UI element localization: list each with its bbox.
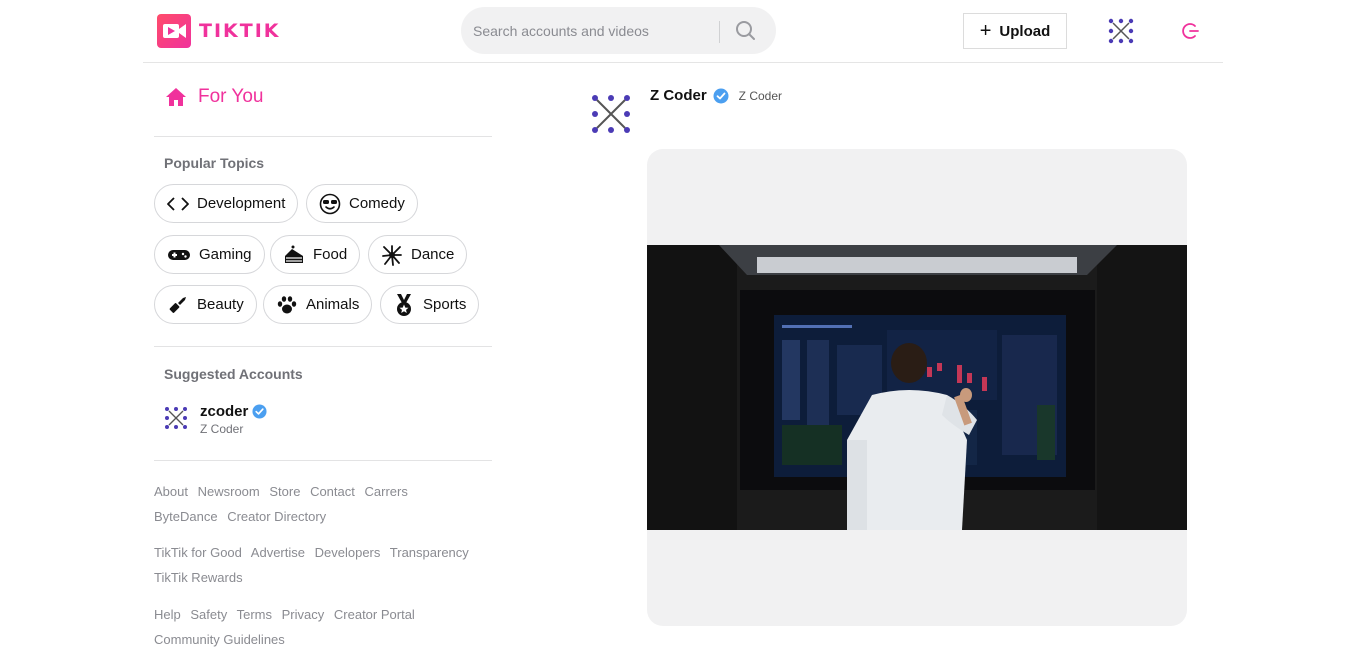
topic-label: Sports [423, 296, 467, 313]
post-username: Z Coder [650, 87, 707, 104]
footer-link-creator-portal[interactable]: Creator Portal [334, 607, 415, 622]
post-author[interactable]: Z Coder Z Coder [650, 87, 782, 104]
lipstick-icon [169, 296, 186, 313]
top-navbar: TIKTIK + Upload [143, 0, 1223, 63]
account-avatar-icon [165, 407, 187, 429]
footer-link-contact[interactable]: Contact [310, 484, 355, 499]
topic-beauty[interactable]: Beauty [154, 285, 257, 324]
logout-icon [1182, 23, 1199, 39]
footer-link-newsroom[interactable]: Newsroom [198, 484, 260, 499]
topic-label: Beauty [197, 296, 244, 313]
footer-links-group-1: About Newsroom Store Contact Carrers Byt… [154, 479, 484, 529]
topic-label: Animals [306, 296, 360, 313]
for-you-link[interactable]: For You [164, 85, 264, 109]
topic-development[interactable]: Development [154, 184, 299, 223]
popular-topics-title: Popular Topics [164, 155, 265, 171]
logo-text: TIKTIK [199, 20, 281, 42]
topic-gaming[interactable]: Gaming [154, 235, 265, 274]
footer-link-community-guidelines[interactable]: Community Guidelines [154, 632, 285, 647]
search-button[interactable] [733, 18, 759, 44]
footer-link-carrers[interactable]: Carrers [365, 484, 408, 499]
footer-link-about[interactable]: About [154, 484, 188, 499]
plus-icon: + [979, 20, 992, 42]
divider [154, 460, 492, 461]
topic-animals[interactable]: Animals [263, 285, 373, 324]
footer-link-advertise[interactable]: Advertise [251, 545, 305, 560]
topic-dance[interactable]: Dance [368, 235, 468, 274]
divider [154, 136, 492, 137]
footer-link-bytedance[interactable]: ByteDance [154, 509, 218, 524]
dancer-icon [382, 244, 402, 266]
divider [154, 346, 492, 347]
tiktik-logo[interactable]: TIKTIK [157, 14, 281, 48]
cake-icon [285, 245, 303, 263]
logout-button[interactable] [1181, 21, 1201, 41]
avatar-icon [1108, 18, 1134, 44]
video-camera-logo-icon [157, 14, 191, 48]
footer-link-creator-directory[interactable]: Creator Directory [227, 509, 326, 524]
sunglasses-face-icon [319, 193, 341, 214]
footer-link-store[interactable]: Store [269, 484, 300, 499]
topic-label: Comedy [349, 195, 405, 212]
topic-label: Development [197, 195, 286, 212]
account-name-row: zcoder [200, 403, 267, 420]
video-player[interactable] [647, 245, 1187, 530]
topic-food[interactable]: Food [270, 235, 361, 274]
search-icon [736, 21, 755, 40]
user-avatar[interactable] [1107, 17, 1135, 45]
footer-link-developers[interactable]: Developers [315, 545, 381, 560]
topic-sports[interactable]: Sports [380, 285, 480, 324]
paw-icon [277, 295, 297, 313]
footer-links-group-2: TikTik for Good Advertise Developers Tra… [154, 540, 484, 590]
code-icon [167, 196, 189, 211]
post-author-avatar[interactable] [591, 94, 631, 134]
gamepad-icon [168, 249, 190, 260]
upload-button[interactable]: + Upload [963, 13, 1067, 49]
verified-badge-icon [713, 88, 729, 103]
footer-link-tiktik-for-good[interactable]: TikTik for Good [154, 545, 242, 560]
upload-label: Upload [999, 22, 1051, 40]
account-text: zcoder Z Coder [200, 403, 267, 436]
video-thumbnail [647, 245, 1187, 530]
suggested-account-zcoder[interactable]: zcoder Z Coder [164, 403, 267, 436]
footer-link-terms[interactable]: Terms [237, 607, 272, 622]
footer-link-transparency[interactable]: Transparency [390, 545, 469, 560]
topic-label: Dance [411, 246, 455, 263]
verified-badge-icon [252, 404, 267, 419]
suggested-accounts-title: Suggested Accounts [164, 366, 303, 382]
search-bar [461, 7, 776, 54]
footer-link-help[interactable]: Help [154, 607, 181, 622]
footer-link-tiktik-rewards[interactable]: TikTik Rewards [154, 570, 243, 585]
home-icon [166, 88, 186, 106]
account-name: zcoder [200, 403, 249, 420]
footer-link-privacy[interactable]: Privacy [282, 607, 325, 622]
footer-link-safety[interactable]: Safety [190, 607, 227, 622]
account-subtitle: Z Coder [200, 422, 244, 436]
search-input[interactable] [473, 19, 713, 43]
for-you-label: For You [198, 86, 264, 107]
topic-label: Food [313, 246, 348, 263]
post-handle: Z Coder [738, 88, 783, 103]
topic-label: Gaming [199, 246, 252, 263]
footer-links-group-3: Help Safety Terms Privacy Creator Portal… [154, 602, 484, 652]
topic-comedy[interactable]: Comedy [306, 184, 418, 223]
author-avatar-icon [592, 95, 630, 133]
video-card[interactable] [647, 149, 1187, 626]
search-divider [719, 21, 720, 43]
medal-icon [397, 293, 411, 316]
